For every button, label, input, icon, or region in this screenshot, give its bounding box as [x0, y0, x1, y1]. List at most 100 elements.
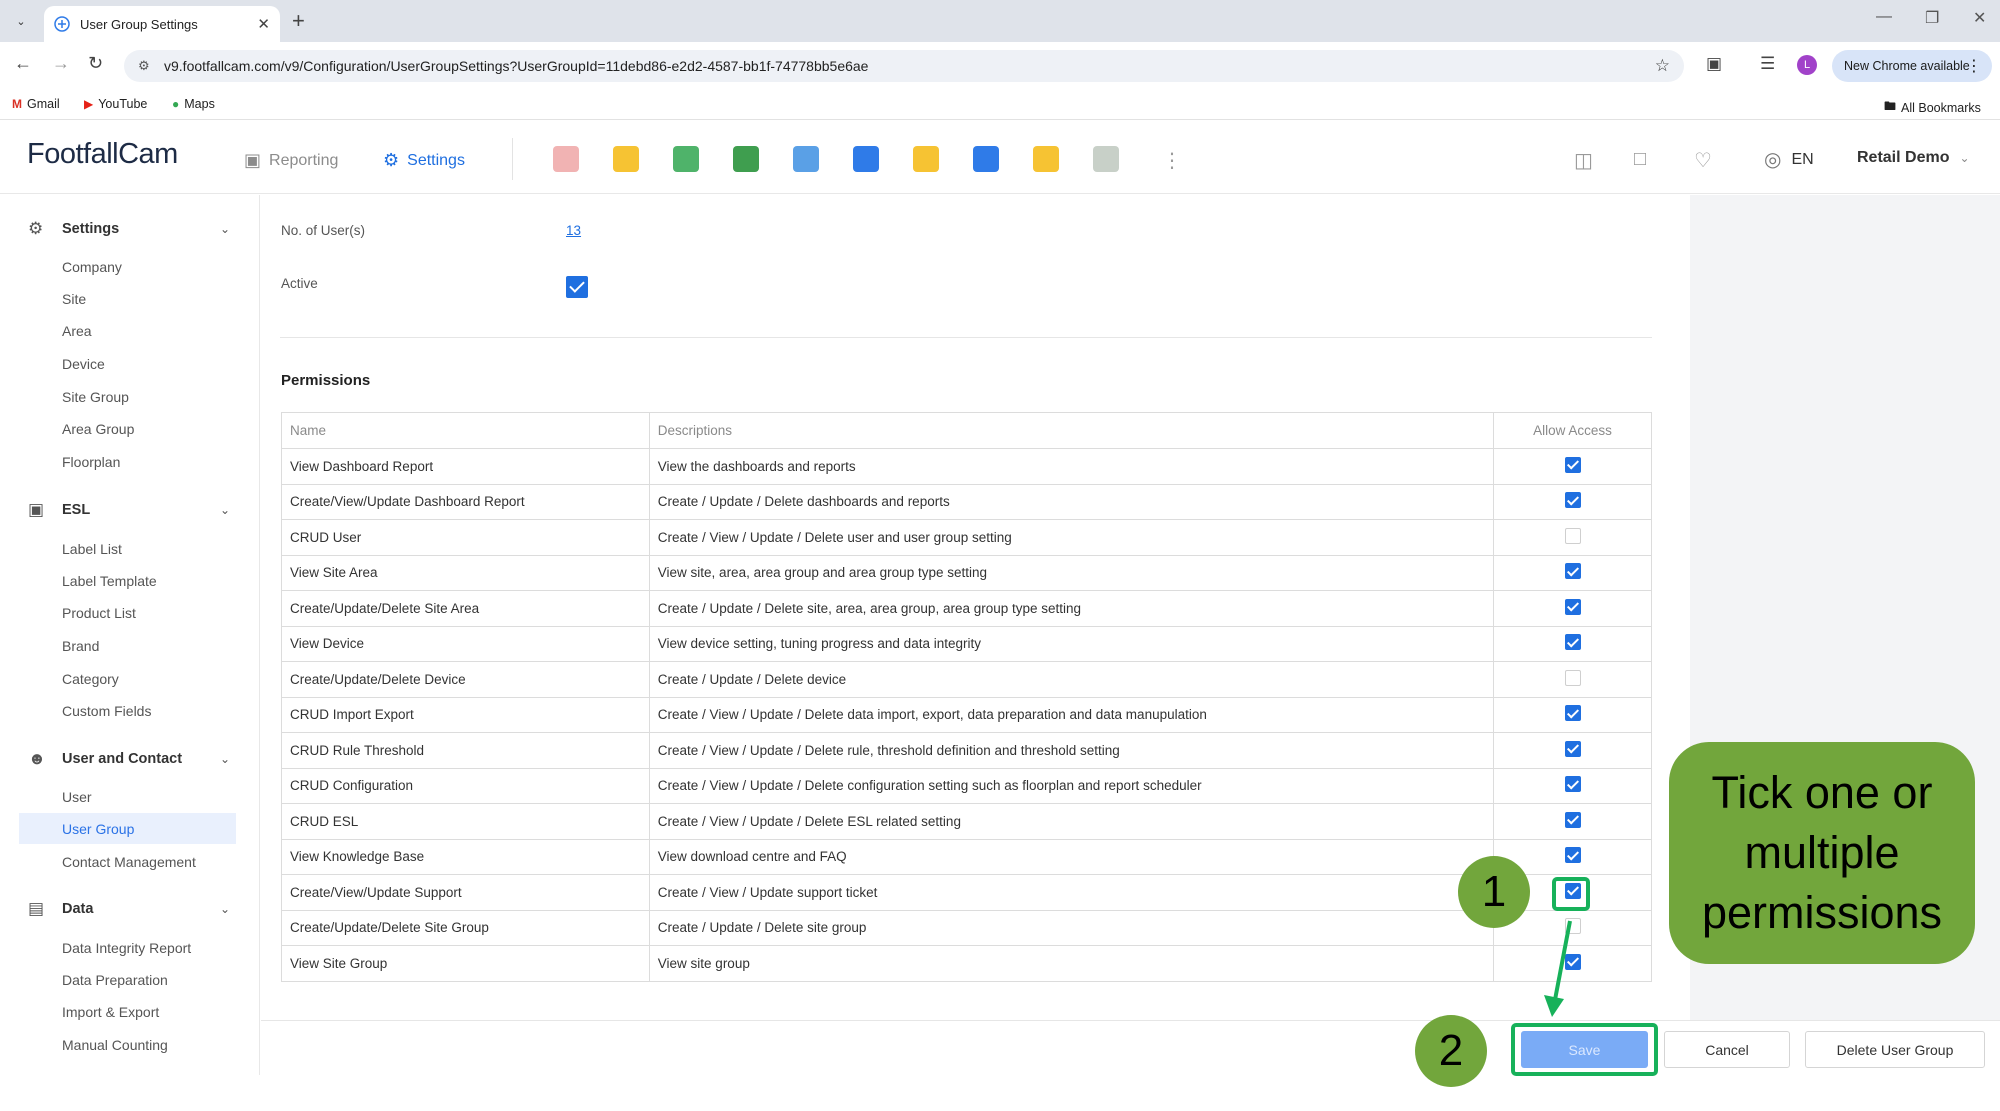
delete-user-group-button[interactable]: Delete User Group: [1805, 1031, 1985, 1068]
permission-name: View Knowledge Base: [281, 838, 650, 875]
sidebar-item-label: Site: [62, 290, 87, 307]
allow-access-checkbox[interactable]: [1564, 634, 1581, 651]
sidebar-item-site-group[interactable]: Site Group: [19, 381, 236, 412]
sidebar-section-user-contact[interactable]: ☻ User and Contact ⌄: [28, 749, 230, 769]
bookmark-gmail[interactable]: M Gmail: [12, 97, 60, 111]
layout-icon[interactable]: [1033, 146, 1059, 172]
sidebar-section-esl[interactable]: ▣ ESL ⌄: [28, 500, 230, 520]
sidebar-item-data-integrity-report[interactable]: Data Integrity Report: [19, 932, 236, 963]
restore-icon[interactable]: ❐: [1925, 8, 1939, 28]
new-chrome-button[interactable]: New Chrome available ⋮: [1832, 50, 1992, 82]
arrow-icon: [1544, 920, 1572, 1017]
language-selector[interactable]: ◎ EN: [1764, 147, 1814, 172]
permissions-table: Name Descriptions Allow Access View Dash…: [281, 412, 1652, 982]
sidebar-item-user[interactable]: User: [19, 781, 236, 812]
bookmark-maps[interactable]: ● Maps: [172, 97, 215, 111]
allow-access-checkbox[interactable]: [1564, 740, 1581, 757]
nav-settings[interactable]: ⚙ Settings: [383, 150, 465, 171]
allow-access-cell: [1493, 483, 1652, 520]
allow-access-checkbox[interactable]: [1564, 847, 1581, 864]
document-icon[interactable]: [1093, 146, 1119, 172]
back-icon[interactable]: ←: [14, 53, 32, 74]
column-header-descriptions: Descriptions: [648, 412, 1495, 449]
allow-access-checkbox[interactable]: [1564, 527, 1581, 544]
permission-name: CRUD User: [281, 519, 650, 556]
sidebar-item-label-list[interactable]: Label List: [19, 533, 236, 564]
sidebar-item-category[interactable]: Category: [19, 663, 236, 694]
sidebar-item-floorplan[interactable]: Floorplan: [19, 446, 236, 477]
close-tab-icon[interactable]: ✕: [257, 15, 270, 33]
sidebar-item-device[interactable]: Device: [19, 348, 236, 379]
ticket-icon[interactable]: ◫: [1574, 148, 1593, 173]
logo-text: FootfallCam: [27, 138, 178, 170]
sidebar-section-settings[interactable]: ⚙ Settings ⌄: [28, 219, 230, 239]
sidebar-item-company[interactable]: Company: [19, 251, 236, 282]
account-menu[interactable]: Retail Demo ⌄: [1857, 149, 1970, 167]
chrome-menu-icon[interactable]: ⋮: [1966, 56, 1982, 76]
reload-icon[interactable]: ↻: [88, 53, 103, 74]
tab-search-icon[interactable]: ⌄: [10, 10, 32, 32]
profile-avatar[interactable]: L: [1797, 55, 1817, 75]
database-icon[interactable]: [973, 146, 999, 172]
forward-icon[interactable]: →: [52, 53, 70, 74]
cancel-button[interactable]: Cancel: [1664, 1031, 1790, 1068]
browser-tab[interactable]: User Group Settings ✕: [44, 6, 280, 42]
column-header-name: Name: [281, 412, 650, 449]
sidebar-item-user-group[interactable]: User Group: [19, 813, 236, 844]
sidebar-item-data-preparation[interactable]: Data Preparation: [19, 964, 236, 995]
sidebar-item-contact-management[interactable]: Contact Management: [19, 846, 236, 877]
media-control-icon[interactable]: ☰: [1760, 54, 1775, 74]
bookmark-youtube[interactable]: ▶ YouTube: [84, 97, 147, 111]
url-input[interactable]: ⚙ v9.footfallcam.com/v9/Configuration/Us…: [124, 50, 1684, 82]
allow-access-checkbox[interactable]: [1564, 669, 1581, 686]
footfallcam-logo[interactable]: FootfallCam: [27, 138, 178, 171]
sidebar-item-label: Device: [62, 355, 105, 372]
calendar-app-icon[interactable]: [673, 146, 699, 172]
sidebar-item-custom-fields[interactable]: Custom Fields: [19, 695, 236, 726]
extensions-icon[interactable]: ▣: [1706, 54, 1722, 74]
sidebar-item-site[interactable]: Site: [19, 283, 236, 314]
table-row: CRUD Rule Threshold Create / View / Updat…: [281, 732, 1652, 769]
active-checkbox[interactable]: [566, 276, 588, 298]
sidebar-item-area[interactable]: Area: [19, 315, 236, 346]
sidebar-item-import-export[interactable]: Import & Export: [19, 996, 236, 1027]
allow-access-checkbox[interactable]: [1564, 563, 1581, 580]
sidebar-item-brand[interactable]: Brand: [19, 630, 236, 661]
database-icon: ▤: [28, 899, 45, 918]
chat-icon[interactable]: □: [1634, 148, 1646, 171]
gift-icon[interactable]: [553, 146, 579, 172]
all-bookmarks[interactable]: 🖿 All Bookmarks: [1884, 97, 1981, 118]
users-count-label: No. of User(s): [281, 223, 366, 238]
sidebar-section-data[interactable]: ▤ Data ⌄: [28, 899, 230, 919]
users-count-link[interactable]: 13: [566, 223, 581, 238]
sidebar-item-manual-counting[interactable]: Manual Counting: [19, 1029, 236, 1060]
new-chrome-label: New Chrome available: [1844, 59, 1970, 73]
allow-access-checkbox[interactable]: [1564, 598, 1581, 615]
report-icon[interactable]: [733, 146, 759, 172]
chart-icon[interactable]: [613, 146, 639, 172]
nav-reporting[interactable]: ▣ Reporting: [244, 150, 338, 171]
bookmark-star-icon[interactable]: ☆: [1655, 56, 1670, 76]
site-info-icon[interactable]: ⚙: [138, 58, 154, 74]
allow-access-checkbox[interactable]: [1564, 705, 1581, 722]
new-tab-icon[interactable]: +: [292, 8, 305, 34]
sidebar-item-label-template[interactable]: Label Template: [19, 565, 236, 596]
sidebar-item-label: Custom Fields: [62, 702, 152, 719]
window-close-icon[interactable]: ✕: [1973, 8, 1986, 28]
more-apps-icon[interactable]: ⋮: [1162, 148, 1182, 173]
sidebar-item-product-list[interactable]: Product List: [19, 597, 236, 628]
sidebar-item-area-group[interactable]: Area Group: [19, 413, 236, 444]
alert-file-icon[interactable]: [913, 146, 939, 172]
table-row: CRUD Configuration Create / View / Update…: [281, 767, 1652, 804]
weather-icon[interactable]: [793, 146, 819, 172]
permission-description: View site, area, area group and area gro…: [648, 554, 1495, 591]
allow-access-checkbox[interactable]: [1564, 776, 1581, 793]
minimize-icon[interactable]: —: [1876, 8, 1892, 26]
bell-icon[interactable]: ♡: [1694, 148, 1712, 173]
permission-name: View Site Area: [281, 554, 650, 591]
allow-access-checkbox[interactable]: [1564, 492, 1581, 509]
home-icon[interactable]: [853, 146, 879, 172]
allow-access-checkbox[interactable]: [1564, 811, 1581, 828]
allow-access-checkbox[interactable]: [1564, 456, 1581, 473]
sidebar-item-label: Product List: [62, 604, 136, 621]
